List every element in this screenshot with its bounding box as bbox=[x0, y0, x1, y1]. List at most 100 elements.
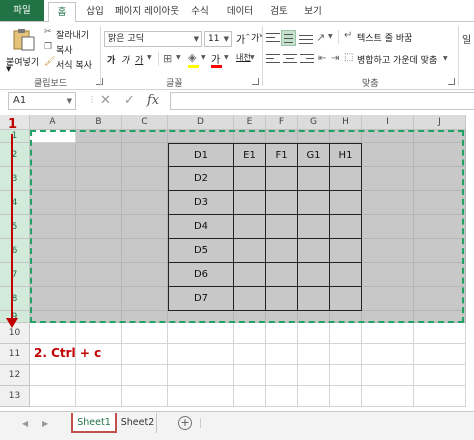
cell-b4[interactable] bbox=[76, 191, 122, 215]
cell-j12[interactable] bbox=[414, 365, 466, 386]
cell-e13[interactable] bbox=[234, 386, 266, 407]
cell-d1[interactable] bbox=[168, 130, 234, 143]
cell-b6[interactable] bbox=[76, 239, 122, 263]
cell-d10[interactable] bbox=[168, 323, 234, 344]
sheet-tab-sheet1[interactable]: Sheet1 bbox=[71, 413, 117, 433]
cell-c2[interactable] bbox=[122, 143, 168, 167]
cell-b3[interactable] bbox=[76, 167, 122, 191]
cell-h4[interactable] bbox=[330, 191, 362, 215]
cell-a7[interactable] bbox=[30, 263, 76, 287]
tab-home[interactable]: 홈 bbox=[48, 2, 76, 22]
cell-j13[interactable] bbox=[414, 386, 466, 407]
cell-e5[interactable] bbox=[234, 215, 266, 239]
cell-h3[interactable] bbox=[330, 167, 362, 191]
cell-h6[interactable] bbox=[330, 239, 362, 263]
column-header-d[interactable]: D bbox=[168, 115, 234, 130]
cell-c4[interactable] bbox=[122, 191, 168, 215]
cell-i3[interactable] bbox=[362, 167, 414, 191]
cell-c13[interactable] bbox=[122, 386, 168, 407]
cell-f6[interactable] bbox=[266, 239, 298, 263]
number-format-partial[interactable]: 일 bbox=[462, 31, 471, 46]
cell-h10[interactable] bbox=[330, 323, 362, 344]
next-sheet-icon[interactable]: ▶ bbox=[42, 419, 48, 428]
tab-review[interactable]: 검토 bbox=[266, 2, 292, 22]
cell-g5[interactable] bbox=[298, 215, 330, 239]
cell-d2[interactable]: D1 bbox=[168, 143, 234, 167]
paste-button[interactable] bbox=[10, 26, 38, 52]
cell-e10[interactable] bbox=[234, 323, 266, 344]
increase-indent-icon[interactable]: ⇥ bbox=[331, 53, 339, 64]
cell-e1[interactable] bbox=[234, 130, 266, 143]
prev-sheet-icon[interactable]: ◀ bbox=[22, 419, 28, 428]
column-header-g[interactable]: G bbox=[298, 115, 330, 130]
cell-h2[interactable]: H1 bbox=[330, 143, 362, 167]
row-header-5[interactable]: 5 bbox=[0, 215, 30, 239]
cell-d5[interactable]: D4 bbox=[168, 215, 234, 239]
cell-i11[interactable] bbox=[362, 344, 414, 365]
align-left-icon[interactable] bbox=[266, 54, 280, 66]
cell-a1[interactable] bbox=[30, 130, 76, 143]
cell-c11[interactable] bbox=[122, 344, 168, 365]
row-header-2[interactable]: 2 bbox=[0, 143, 30, 167]
format-painter-button[interactable]: 서식 복사 bbox=[56, 58, 92, 71]
cell-d12[interactable] bbox=[168, 365, 234, 386]
cell-g10[interactable] bbox=[298, 323, 330, 344]
cell-c8[interactable] bbox=[122, 287, 168, 311]
borders-icon[interactable]: ⊞ bbox=[163, 52, 172, 65]
font-launcher-icon[interactable] bbox=[252, 78, 259, 85]
decrease-indent-icon[interactable]: ⇤ bbox=[318, 53, 326, 64]
cell-i1[interactable] bbox=[362, 130, 414, 143]
cell-j1[interactable] bbox=[414, 130, 466, 143]
cell-d13[interactable] bbox=[168, 386, 234, 407]
cell-c1[interactable] bbox=[122, 130, 168, 143]
cell-i13[interactable] bbox=[362, 386, 414, 407]
cell-j10[interactable] bbox=[414, 323, 466, 344]
cell-a13[interactable] bbox=[30, 386, 76, 407]
orientation-icon[interactable]: ↗ bbox=[316, 31, 325, 44]
cell-c7[interactable] bbox=[122, 263, 168, 287]
tab-file[interactable]: 파일 bbox=[0, 0, 44, 22]
underline-button[interactable]: 가 bbox=[135, 53, 143, 66]
column-header-f[interactable]: F bbox=[266, 115, 298, 130]
insert-function-button[interactable]: fx bbox=[147, 92, 159, 110]
fill-color-icon[interactable]: ◈ bbox=[188, 51, 196, 64]
add-sheet-icon[interactable]: + bbox=[178, 416, 192, 430]
column-header-a[interactable]: A bbox=[30, 115, 76, 130]
align-center-icon[interactable] bbox=[283, 54, 297, 66]
column-header-c[interactable]: C bbox=[122, 115, 168, 130]
cell-h13[interactable] bbox=[330, 386, 362, 407]
formula-input[interactable] bbox=[170, 92, 474, 110]
tab-insert[interactable]: 삽입 bbox=[82, 2, 108, 22]
cell-b12[interactable] bbox=[76, 365, 122, 386]
cell-a10[interactable] bbox=[30, 323, 76, 344]
cell-a4[interactable] bbox=[30, 191, 76, 215]
row-header-11[interactable]: 11 bbox=[0, 344, 30, 365]
cell-j7[interactable] bbox=[414, 263, 466, 287]
cell-j5[interactable] bbox=[414, 215, 466, 239]
cell-j3[interactable] bbox=[414, 167, 466, 191]
cell-i2[interactable] bbox=[362, 143, 414, 167]
cell-f13[interactable] bbox=[266, 386, 298, 407]
cell-c10[interactable] bbox=[122, 323, 168, 344]
cell-j6[interactable] bbox=[414, 239, 466, 263]
phonetic-button[interactable]: 내천 bbox=[236, 52, 251, 63]
cell-h1[interactable] bbox=[330, 130, 362, 143]
cell-i9[interactable] bbox=[362, 311, 414, 323]
font-size-select[interactable]: 11 ▼ bbox=[204, 31, 232, 47]
cell-i10[interactable] bbox=[362, 323, 414, 344]
cell-g8[interactable] bbox=[298, 287, 330, 311]
cell-g9[interactable] bbox=[298, 311, 330, 323]
tab-data[interactable]: 데이터 bbox=[222, 2, 258, 22]
cell-f8[interactable] bbox=[266, 287, 298, 311]
cell-j4[interactable] bbox=[414, 191, 466, 215]
cell-f3[interactable] bbox=[266, 167, 298, 191]
cut-button[interactable]: 잘라내기 bbox=[56, 28, 89, 41]
row-header-4[interactable]: 4 bbox=[0, 191, 30, 215]
cell-b9[interactable] bbox=[76, 311, 122, 323]
cell-d6[interactable]: D5 bbox=[168, 239, 234, 263]
cell-g12[interactable] bbox=[298, 365, 330, 386]
cell-d9[interactable] bbox=[168, 311, 234, 323]
horizontal-scrollbar[interactable] bbox=[200, 418, 474, 428]
cell-g2[interactable]: G1 bbox=[298, 143, 330, 167]
cell-e4[interactable] bbox=[234, 191, 266, 215]
